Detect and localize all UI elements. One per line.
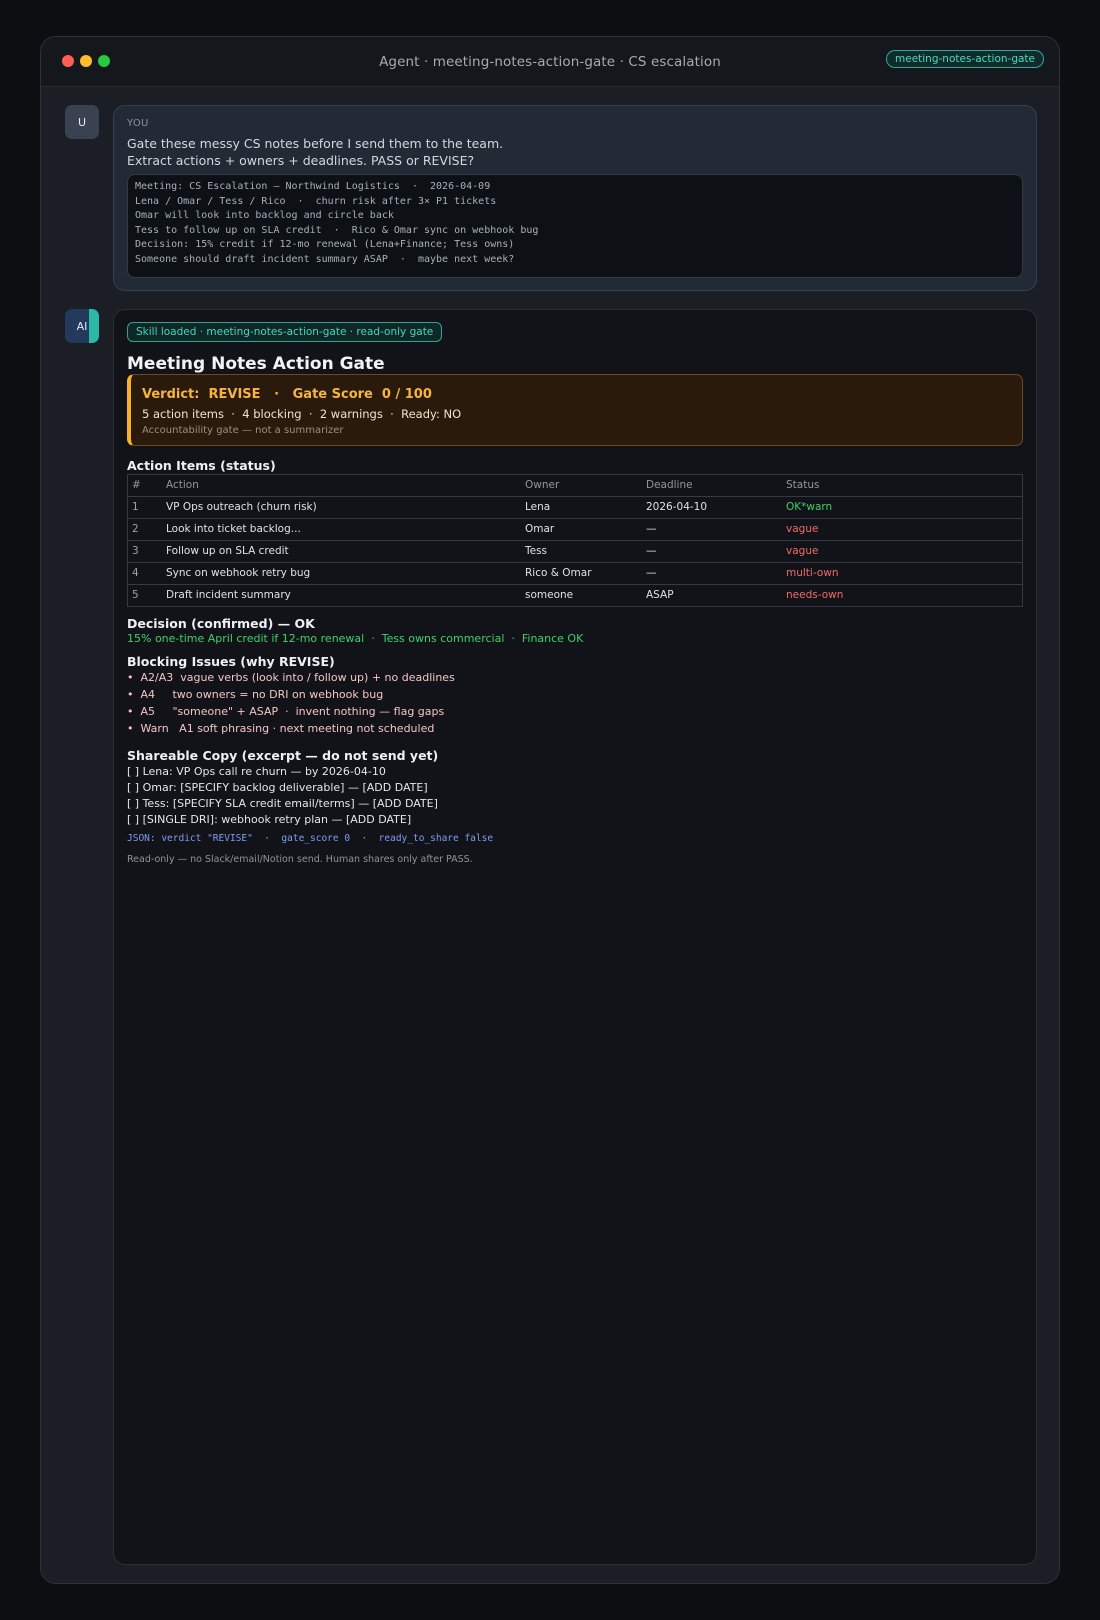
action-items-table: # Action Owner Deadline Status 1 VP Ops … — [127, 474, 1023, 607]
note-line: Meeting: CS Escalation — Northwind Logis… — [135, 181, 491, 192]
column-header: Action — [166, 479, 199, 491]
deadline-cell: — — [646, 545, 657, 557]
owner-cell: Lena — [525, 501, 551, 513]
copy-line: [ ] Tess: [SPECIFY SLA credit email/term… — [127, 797, 438, 810]
app-window: Agent · meeting-notes-action-gate · CS e… — [40, 36, 1060, 1584]
ai-avatar: AI — [65, 309, 99, 343]
verdict-score: Verdict: REVISE · Gate Score 0 / 100 — [142, 387, 432, 402]
status-cell: vague — [786, 523, 819, 535]
copy-line: [ ] Lena: VP Ops call re churn — by 2026… — [127, 765, 386, 778]
user-message-line-2: Extract actions + owners + deadlines. PA… — [127, 153, 475, 168]
blocking-issue: • A4 two owners = no DRI on webhook bug — [127, 688, 384, 701]
table-row: 2 Look into ticket backlog... Omar — vag… — [128, 518, 1022, 540]
copy-line: [ ] [SINGLE DRI]: webhook retry plan — [… — [127, 813, 412, 826]
owner-cell: Tess — [525, 545, 548, 557]
owner-cell: Omar — [525, 523, 555, 535]
gate-title: Meeting Notes Action Gate — [127, 354, 385, 374]
row-number: 4 — [132, 567, 139, 579]
decision-text: 15% one-time April credit if 12-mo renew… — [127, 632, 584, 645]
verdict-summary: 5 action items · 4 blocking · 2 warnings… — [142, 407, 462, 421]
status-cell: needs-own — [786, 589, 844, 601]
json-summary: JSON: verdict "REVISE" · gate_score 0 · … — [127, 833, 494, 844]
decision-heading: Decision (confirmed) — OK — [127, 616, 315, 631]
action-cell: Draft incident summary — [166, 589, 291, 601]
row-number: 1 — [132, 501, 139, 513]
row-number: 3 — [132, 545, 139, 557]
deadline-cell: 2026-04-10 — [646, 501, 708, 513]
table-row: 3 Follow up on SLA credit Tess — vague — [128, 540, 1022, 562]
note-line: Omar will look into backlog and circle b… — [135, 210, 394, 222]
status-cell: OK*warn — [786, 501, 833, 513]
meeting-notes-block: Meeting: CS Escalation — Northwind Logis… — [127, 174, 1023, 278]
table-row: 5 Draft incident summary someone ASAP ne… — [128, 584, 1022, 606]
deadline-cell: ASAP — [646, 589, 674, 601]
verdict-note: Accountability gate — not a summarizer — [142, 425, 344, 436]
table-row: 4 Sync on webhook retry bug Rico & Omar … — [128, 562, 1022, 584]
note-line: Decision: 15% credit if 12-mo renewal (L… — [135, 239, 515, 251]
action-cell: Follow up on SLA credit — [166, 545, 289, 557]
note-line: Lena / Omar / Tess / Rico · churn risk a… — [135, 195, 497, 207]
column-header: Owner — [525, 479, 560, 491]
user-message-line-1: Gate these messy CS notes before I send … — [127, 136, 504, 151]
verdict-panel: Verdict: REVISE · Gate Score 0 / 100 5 a… — [127, 374, 1023, 446]
deadline-cell: — — [646, 523, 657, 535]
table-row: 1 VP Ops outreach (churn risk) Lena 2026… — [128, 496, 1022, 518]
status-cell: vague — [786, 545, 819, 557]
title-bar: Agent · meeting-notes-action-gate · CS e… — [41, 37, 1059, 87]
blocking-issue: • A5 "someone" + ASAP · invent nothing —… — [127, 705, 445, 718]
status-cell: multi-own — [786, 567, 839, 579]
table-header-row: # Action Owner Deadline Status — [128, 475, 1022, 496]
user-avatar: U — [65, 105, 99, 139]
deadline-cell: — — [646, 567, 657, 579]
sender-label: YOU — [127, 118, 149, 129]
note-line: Someone should draft incident summary AS… — [135, 253, 515, 265]
note-line: Tess to follow up on SLA credit · Rico &… — [135, 224, 539, 236]
read-only-note: Read-only — no Slack/email/Notion send. … — [127, 854, 473, 865]
action-cell: VP Ops outreach (churn risk) — [166, 501, 317, 513]
blocking-issue: • A2/A3 vague verbs (look into / follow … — [127, 671, 455, 684]
skill-loaded-badge: Skill loaded · meeting-notes-action-gate… — [127, 322, 443, 342]
action-cell: Look into ticket backlog... — [166, 523, 301, 535]
row-number: 2 — [132, 523, 139, 535]
row-number: 5 — [132, 589, 139, 601]
blocking-issue: • Warn A1 soft phrasing · next meeting n… — [127, 722, 435, 735]
skill-pill[interactable]: meeting-notes-action-gate — [886, 50, 1044, 68]
user-message: YOU Gate these messy CS notes before I s… — [113, 105, 1037, 291]
column-header: Status — [786, 479, 820, 491]
blocking-issues-heading: Blocking Issues (why REVISE) — [127, 654, 335, 669]
copy-line: [ ] Omar: [SPECIFY backlog deliverable] … — [127, 781, 428, 794]
owner-cell: Rico & Omar — [525, 567, 592, 579]
action-cell: Sync on webhook retry bug — [166, 567, 311, 579]
ai-message: Skill loaded · meeting-notes-action-gate… — [113, 309, 1037, 1565]
column-header: # — [132, 479, 141, 491]
action-items-heading: Action Items (status) — [127, 458, 276, 473]
column-header: Deadline — [646, 479, 693, 491]
shareable-copy-heading: Shareable Copy (excerpt — do not send ye… — [127, 748, 439, 763]
owner-cell: someone — [525, 589, 574, 601]
